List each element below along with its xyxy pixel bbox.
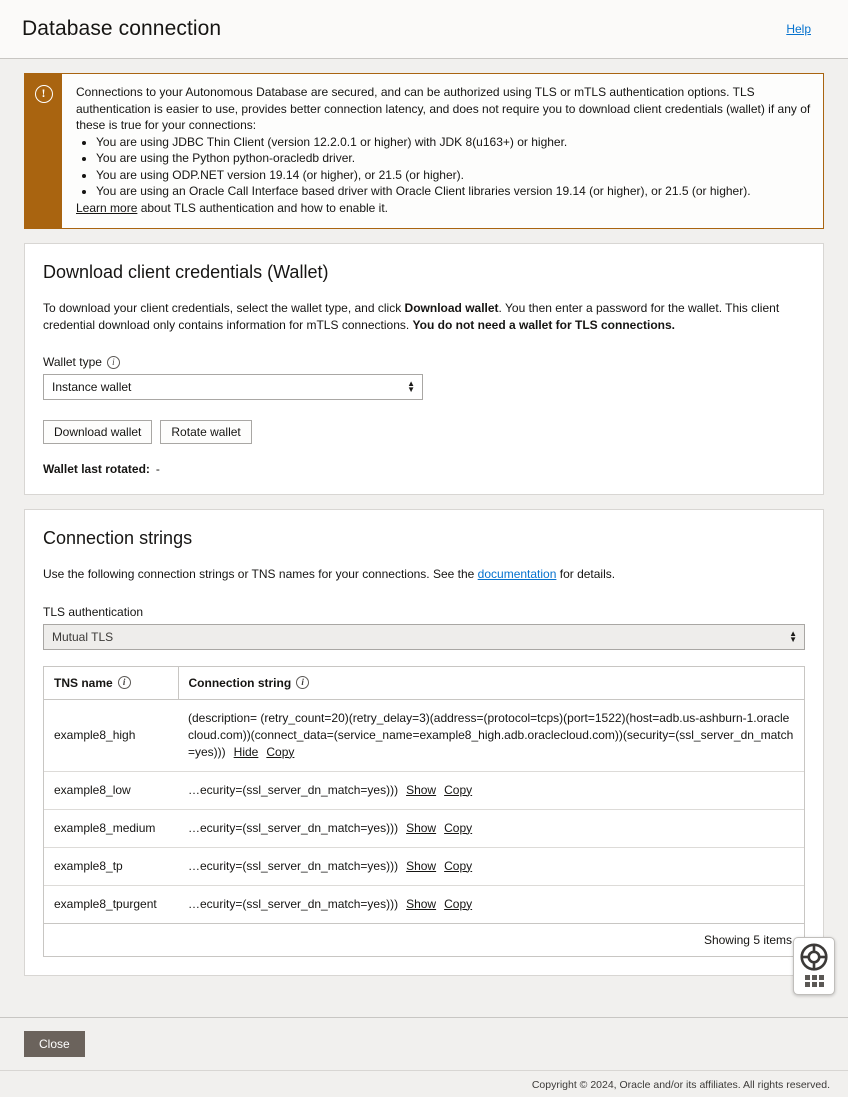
footer-actions: Close <box>0 1018 848 1057</box>
wallet-panel: Download client credentials (Wallet) To … <box>24 243 824 495</box>
copyright-text: Copyright © 2024, Oracle and/or its affi… <box>0 1070 848 1091</box>
info-icon[interactable]: i <box>117 676 131 689</box>
connection-strings-panel: Connection strings Use the following con… <box>24 509 824 976</box>
toggle-connection-string-link[interactable]: Show <box>406 859 436 873</box>
copy-connection-string-link[interactable]: Copy <box>444 897 472 911</box>
connection-string-text: …ecurity=(ssl_server_dn_match=yes))) <box>188 820 399 835</box>
copy-connection-string-link[interactable]: Copy <box>444 821 472 835</box>
banner-content: Connections to your Autonomous Database … <box>62 74 823 228</box>
table-row: example8_high (description= (retry_count… <box>44 699 804 772</box>
wallet-type-select[interactable]: Instance wallet ▲ ▼ <box>43 374 423 400</box>
wallet-desc-bold2: You do not need a wallet for TLS connect… <box>412 317 676 332</box>
connection-string-text: …ecurity=(ssl_server_dn_match=yes))) <box>188 782 399 797</box>
connection-string-text: …ecurity=(ssl_server_dn_match=yes))) <box>188 896 399 911</box>
table-row: example8_low …ecurity=(ssl_server_dn_mat… <box>44 771 804 810</box>
wallet-desc-part1: To download your client credentials, sel… <box>43 301 405 315</box>
connection-panel-description: Use the following connection strings or … <box>43 566 805 583</box>
help-link[interactable]: Help <box>786 22 811 36</box>
cell-connection-string: …ecurity=(ssl_server_dn_match=yes))) Show… <box>178 809 804 848</box>
table-header-row: TNS name i Connection string i <box>44 666 804 700</box>
cell-connection-string: (description= (retry_count=20)(retry_del… <box>178 699 804 772</box>
column-header-tns-name: TNS name i <box>44 666 179 700</box>
wallet-last-rotated-row: Wallet last rotated: - <box>43 462 805 476</box>
connection-desc-part2: for details. <box>556 567 616 581</box>
column-header-connection-string-label: Connection string <box>188 675 292 690</box>
tns-table: TNS name i Connection string i example8_… <box>44 666 804 923</box>
close-button[interactable]: Close <box>24 1031 85 1057</box>
table-row: example8_medium …ecurity=(ssl_server_dn_… <box>44 809 804 848</box>
banner-bullet-list: You are using JDBC Thin Client (version … <box>76 134 811 200</box>
tls-authentication-select[interactable]: Mutual TLS ▲ ▼ <box>43 623 805 650</box>
learn-more-suffix: about TLS authentication and how to enab… <box>137 200 389 215</box>
tls-auth-label-row: TLS authentication <box>43 605 805 619</box>
rotate-wallet-button[interactable]: Rotate wallet <box>160 420 252 444</box>
connection-desc-part1: Use the following connection strings or … <box>43 567 478 581</box>
wallet-panel-description: To download your client credentials, sel… <box>43 300 805 333</box>
wallet-type-selected-value: Instance wallet <box>52 380 132 394</box>
cell-connection-string: …ecurity=(ssl_server_dn_match=yes))) Show… <box>178 885 804 923</box>
column-header-connection-string: Connection string i <box>178 666 804 700</box>
download-wallet-button[interactable]: Download wallet <box>43 420 153 444</box>
info-icon[interactable]: i <box>106 355 120 369</box>
copy-connection-string-link[interactable]: Copy <box>444 859 472 873</box>
wallet-button-row: Download wallet Rotate wallet <box>43 420 805 444</box>
cell-connection-string: …ecurity=(ssl_server_dn_match=yes))) Show… <box>178 771 804 810</box>
wallet-type-label-row: Wallet type i <box>43 355 805 369</box>
cell-tns-name: example8_tpurgent <box>54 896 157 911</box>
banner-learn-more-line: Learn more about TLS authentication and … <box>76 200 811 217</box>
dots-grid-handle[interactable] <box>804 975 824 987</box>
tls-auth-selected-value: Mutual TLS <box>52 629 114 644</box>
exclamation-circle-icon: ! <box>34 85 53 103</box>
column-header-tns-name-label: TNS name <box>54 675 113 690</box>
documentation-link[interactable]: documentation <box>478 567 557 581</box>
page-header: Database connection Help <box>0 0 848 59</box>
wallet-type-label: Wallet type <box>43 355 102 369</box>
cell-connection-string: …ecurity=(ssl_server_dn_match=yes))) Show… <box>178 847 804 886</box>
list-item: You are using the Python python-oracledb… <box>96 150 811 167</box>
page-title: Database connection <box>22 17 222 40</box>
tns-table-wrapper: TNS name i Connection string i example8_… <box>43 665 805 957</box>
tls-auth-label: TLS authentication <box>43 604 144 619</box>
list-item: You are using JDBC Thin Client (version … <box>96 134 811 151</box>
tls-info-banner: ! Connections to your Autonomous Databas… <box>24 73 824 229</box>
banner-paragraph: Connections to your Autonomous Database … <box>76 85 811 132</box>
chevron-updown-icon: ▲ ▼ <box>789 628 797 644</box>
tns-table-body: example8_high (description= (retry_count… <box>44 699 804 923</box>
learn-more-link[interactable]: Learn more <box>76 201 137 215</box>
wallet-last-rotated-value: - <box>155 462 160 476</box>
copy-connection-string-link[interactable]: Copy <box>266 745 294 759</box>
table-item-count: Showing 5 items <box>44 922 804 956</box>
toggle-connection-string-link[interactable]: Hide <box>234 745 259 759</box>
table-row: example8_tp …ecurity=(ssl_server_dn_matc… <box>44 847 804 886</box>
chevron-updown-icon: ▲ ▼ <box>407 379 415 394</box>
page-body: ! Connections to your Autonomous Databas… <box>0 59 848 976</box>
info-icon[interactable]: i <box>296 676 310 689</box>
toggle-connection-string-link[interactable]: Show <box>406 783 436 797</box>
connection-panel-title: Connection strings <box>43 528 193 548</box>
tns-table-head: TNS name i Connection string i <box>44 666 804 700</box>
wallet-desc-bold1: Download wallet <box>404 301 499 315</box>
connection-string-text: …ecurity=(ssl_server_dn_match=yes))) <box>188 858 399 873</box>
cell-tns-name: example8_medium <box>44 809 178 848</box>
footer-bar: Close Copyright © 2024, Oracle and/or it… <box>0 1017 848 1097</box>
lifebuoy-icon[interactable] <box>800 943 828 971</box>
toggle-connection-string-link[interactable]: Show <box>406 821 436 835</box>
list-item: You are using an Oracle Call Interface b… <box>96 183 811 200</box>
banner-accent-strip: ! <box>25 74 62 228</box>
copy-connection-string-link[interactable]: Copy <box>444 783 472 797</box>
toggle-connection-string-link[interactable]: Show <box>406 897 436 911</box>
cell-tns-name: example8_low <box>44 771 178 810</box>
cell-tns-name: example8_tp <box>44 847 178 886</box>
table-row: example8_tpurgent …ecurity=(ssl_server_d… <box>44 885 804 923</box>
wallet-last-rotated-separator: : <box>145 462 150 476</box>
wallet-last-rotated-label: Wallet last rotated <box>43 462 146 476</box>
wallet-panel-title: Download client credentials (Wallet) <box>43 262 329 282</box>
list-item: You are using ODP.NET version 19.14 (or … <box>96 167 811 184</box>
floating-help-widget[interactable] <box>793 937 835 995</box>
cell-tns-name: example8_high <box>44 699 178 772</box>
